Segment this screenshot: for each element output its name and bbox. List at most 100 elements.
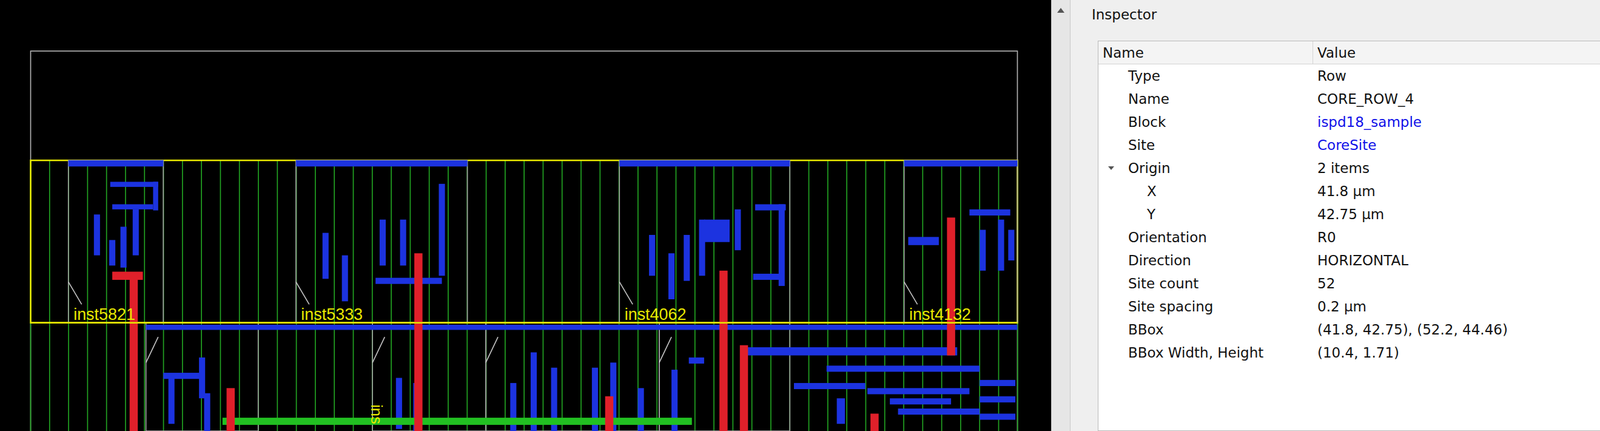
site-line bbox=[124, 160, 127, 431]
property-name[interactable]: BBox Width, Height bbox=[1098, 340, 1314, 364]
via-shape bbox=[946, 217, 955, 355]
property-name[interactable]: BBox bbox=[1098, 317, 1314, 341]
metal-shape bbox=[704, 219, 730, 243]
via-shape bbox=[870, 413, 879, 431]
metal-shape bbox=[120, 226, 127, 268]
metal-shape bbox=[152, 181, 158, 210]
property-name[interactable]: Site bbox=[1098, 133, 1314, 157]
property-name[interactable]: Orientation bbox=[1098, 225, 1314, 249]
metal-shape bbox=[112, 203, 153, 209]
property-link[interactable]: CoreSite bbox=[1313, 133, 1600, 157]
expand-arrow-icon[interactable] bbox=[1106, 163, 1116, 173]
column-header[interactable]: Name bbox=[1098, 41, 1314, 65]
splitter[interactable] bbox=[1070, 0, 1078, 431]
property-name[interactable]: Site count bbox=[1098, 271, 1314, 295]
property-name[interactable]: Type bbox=[1098, 64, 1314, 88]
instance-label: inst5821 bbox=[73, 305, 136, 324]
property-value: (10.4, 1.71) bbox=[1313, 340, 1600, 364]
site-line bbox=[143, 160, 145, 431]
inspector-panel: Inspector NameValueTypeRowNameCORE_ROW_4B… bbox=[1077, 0, 1600, 431]
metal-shape bbox=[689, 357, 705, 364]
site-line bbox=[390, 160, 392, 431]
site-line bbox=[770, 160, 772, 431]
metal-shape bbox=[898, 408, 981, 415]
metal-shape bbox=[168, 377, 175, 424]
metal-shape bbox=[979, 379, 1016, 386]
instance-label: inst4132 bbox=[909, 305, 972, 324]
metal-shape bbox=[979, 413, 1016, 420]
property-value: 2 items bbox=[1313, 156, 1600, 180]
lower-cell[interactable] bbox=[146, 322, 259, 431]
metal-shape bbox=[322, 232, 329, 279]
metal-shape bbox=[683, 234, 690, 281]
site-line bbox=[599, 160, 601, 431]
cell-instance[interactable] bbox=[68, 160, 164, 431]
metal-shape bbox=[904, 160, 1018, 167]
property-value: R0 bbox=[1313, 225, 1600, 249]
property-name[interactable]: Block bbox=[1098, 110, 1314, 134]
property-name[interactable]: Site spacing bbox=[1098, 294, 1314, 318]
site-line bbox=[998, 160, 1000, 431]
property-link[interactable]: ispd18_sample bbox=[1313, 110, 1600, 134]
site-line bbox=[713, 160, 715, 431]
metal-shape bbox=[619, 160, 790, 167]
metal-shape bbox=[204, 393, 211, 431]
site-line bbox=[428, 160, 431, 431]
site-line bbox=[504, 160, 506, 431]
site-line bbox=[978, 160, 981, 431]
metal-shape bbox=[793, 382, 866, 389]
column-header[interactable]: Value bbox=[1313, 41, 1600, 65]
property-name[interactable]: Y bbox=[1098, 202, 1314, 226]
lower-cell[interactable] bbox=[372, 322, 486, 431]
site-line bbox=[49, 160, 51, 431]
cell-instance[interactable] bbox=[619, 160, 790, 431]
row-boundary bbox=[30, 321, 1018, 324]
panel-title: Inspector bbox=[1077, 0, 1600, 30]
arrow-slot bbox=[1106, 163, 1129, 173]
property-name[interactable]: Name bbox=[1098, 87, 1314, 111]
site-line bbox=[751, 160, 753, 431]
property-name[interactable]: X bbox=[1098, 179, 1314, 203]
site-line bbox=[87, 160, 89, 431]
property-value: 42.75 μm bbox=[1313, 202, 1600, 226]
metal-shape bbox=[734, 209, 741, 250]
site-line bbox=[561, 160, 563, 431]
cell-instance[interactable] bbox=[295, 160, 468, 431]
site-line bbox=[410, 160, 412, 431]
site-line bbox=[333, 160, 335, 431]
via-shape bbox=[605, 396, 614, 431]
property-value: Row bbox=[1313, 64, 1600, 88]
site-line bbox=[238, 160, 241, 431]
layout-view[interactable]: inst5821inst5333inst4062inst4132ins bbox=[0, 0, 1052, 431]
site-line bbox=[220, 160, 222, 431]
property-name[interactable]: Direction bbox=[1098, 248, 1314, 272]
metal-shape bbox=[379, 219, 386, 266]
metal-shape bbox=[826, 365, 980, 372]
metal-shape bbox=[438, 183, 445, 276]
property-value: 0.2 μm bbox=[1313, 294, 1600, 318]
via-shape bbox=[719, 270, 728, 431]
site-line bbox=[314, 160, 316, 431]
cell-instance[interactable] bbox=[904, 160, 1018, 355]
metal-shape bbox=[132, 209, 139, 256]
instance-label: ins bbox=[368, 403, 386, 424]
metal-shape bbox=[836, 397, 845, 424]
property-value: HORIZONTAL bbox=[1313, 248, 1600, 272]
layout-canvas[interactable]: inst5821inst5333inst4062inst4132ins bbox=[0, 0, 1052, 431]
scroll-up-icon[interactable] bbox=[1056, 7, 1066, 14]
metal-shape bbox=[110, 181, 159, 187]
site-line bbox=[542, 160, 545, 431]
scrollbar[interactable] bbox=[1051, 0, 1071, 431]
site-line bbox=[447, 160, 449, 431]
property-name[interactable]: Origin bbox=[1098, 156, 1314, 180]
property-table: NameValueTypeRowNameCORE_ROW_4Blockispd1… bbox=[1097, 40, 1600, 431]
site-line bbox=[276, 160, 278, 431]
row-outline[interactable] bbox=[30, 160, 1018, 323]
via-shape bbox=[739, 345, 748, 431]
metal-shape bbox=[889, 397, 952, 404]
metal-shape bbox=[146, 324, 1018, 330]
metal-shape bbox=[198, 357, 206, 398]
lower-cell[interactable] bbox=[485, 322, 660, 431]
metal-shape bbox=[979, 396, 1016, 403]
via-shape bbox=[226, 387, 235, 431]
